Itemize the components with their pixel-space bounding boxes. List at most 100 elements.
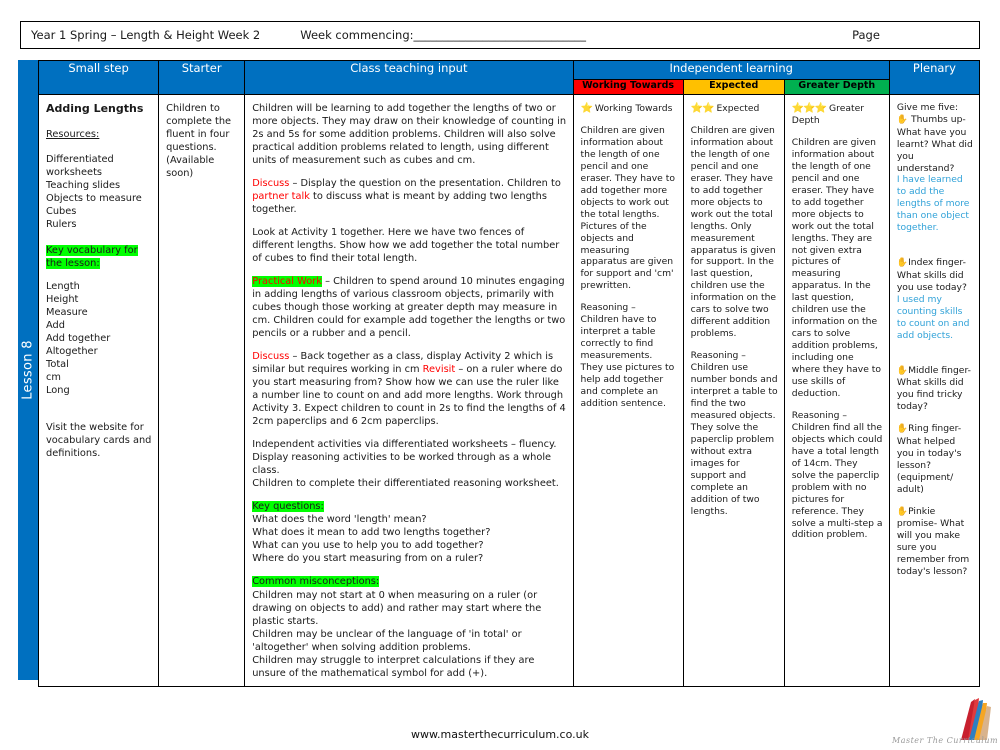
discuss-text-a: – Display the question on the presentati… xyxy=(289,178,561,190)
page-label: Page xyxy=(852,28,880,42)
hand-icon: ✋ xyxy=(896,424,909,435)
teaching-independent: Independent activities via differentiate… xyxy=(252,438,566,490)
working-towards-label: Working Towards xyxy=(594,103,673,114)
vocabulary-list: Length Height Measure Add Add together A… xyxy=(46,280,152,397)
teaching-practical: Practical Work – Children to spend aroun… xyxy=(252,275,566,340)
greater-depth-heading: ⭐⭐⭐ Greater Depth xyxy=(792,102,883,127)
list-item: Height xyxy=(46,293,79,305)
lesson-plan-page: Year 1 Spring – Length & Height Week 2 W… xyxy=(0,0,1000,750)
plenary-answer: I have learned to add the lengths of mor… xyxy=(896,174,970,234)
lesson-number-tab: Lesson 8 xyxy=(18,60,38,680)
plenary-answer: I used my counting skills to count on an… xyxy=(896,293,970,341)
table-header-row-1: Small step Starter Class teaching input … xyxy=(37,60,981,95)
col-header-expected: Expected xyxy=(682,79,785,95)
working-towards-body: Children are given information about the… xyxy=(580,125,675,292)
cell-working-towards: ⭐ Working Towards Children are given inf… xyxy=(572,94,684,687)
list-item: Total xyxy=(46,358,69,370)
cell-expected: ⭐⭐ Expected Children are given informati… xyxy=(682,94,785,687)
key-vocabulary-label: Key vocabulary for the lesson: xyxy=(46,244,138,269)
misconception: Children may be unclear of the language … xyxy=(252,628,522,653)
list-item: Add together xyxy=(46,332,111,344)
teaching-intro: Children will be learning to add togethe… xyxy=(252,103,567,167)
star-icon: ⭐⭐ xyxy=(690,103,715,114)
teaching-activity-1: Look at Activity 1 together. Here we hav… xyxy=(252,227,560,265)
logo-wordmark: Master The Curriculum xyxy=(892,736,999,745)
practical-work-label: Practical Work xyxy=(252,276,322,288)
teaching-misconceptions: Common misconceptions: Children may not … xyxy=(252,575,566,679)
plenary-item: ✋Ring finger- What helped you in today's… xyxy=(897,423,973,495)
hand-icon: ✋ xyxy=(896,114,909,125)
plenary-intro: Give me five: xyxy=(896,102,959,113)
cell-plenary: Give me five: ✋ Thumbs up- What have you… xyxy=(888,94,981,687)
col-header-starter: Starter xyxy=(158,60,246,95)
teaching-discuss-2: Discuss – Back together as a class, disp… xyxy=(252,350,566,428)
resources-list: Differentiated worksheets Teaching slide… xyxy=(46,153,152,231)
misconceptions-label: Common misconceptions: xyxy=(252,576,380,588)
star-icon: ⭐⭐⭐ xyxy=(791,103,827,114)
teaching-key-questions: Key questions: What does the word 'lengt… xyxy=(252,500,566,565)
independent-line: Children to complete their differentiate… xyxy=(252,478,559,490)
list-item: Add xyxy=(46,319,65,331)
independent-line: Display reasoning activities to be worke… xyxy=(252,452,552,477)
resources-label: Resources: xyxy=(46,128,100,140)
discuss-label-2: Discuss xyxy=(252,351,290,363)
key-question: What does the word 'length' mean? xyxy=(252,514,427,526)
misconception: Children may not start at 0 when measuri… xyxy=(252,589,542,627)
col-header-plenary: Plenary xyxy=(888,60,981,95)
expected-body: Children are given information about the… xyxy=(690,125,777,340)
hand-icon: ✋ xyxy=(896,506,909,517)
starter-text: Children to complete the fluent in four … xyxy=(166,103,232,180)
document-header: Year 1 Spring – Length & Height Week 2 W… xyxy=(20,21,980,49)
hand-icon: ✋ xyxy=(896,258,909,269)
working-towards-reasoning: Reasoning – Children have to interpret a… xyxy=(580,302,675,409)
list-item: Length xyxy=(46,280,80,292)
expected-heading: ⭐⭐ Expected xyxy=(691,102,778,115)
list-item: Objects to measure xyxy=(46,192,142,204)
list-item: Altogether xyxy=(46,345,98,357)
plenary-item: ✋Middle finger- What skills did you find… xyxy=(897,365,973,414)
lesson-number-label: Lesson 8 xyxy=(20,340,36,400)
working-towards-heading: ⭐ Working Towards xyxy=(581,102,677,115)
col-header-class-teaching-input: Class teaching input xyxy=(244,60,574,95)
cell-greater-depth: ⭐⭐⭐ Greater Depth Children are given inf… xyxy=(783,94,890,687)
list-item: Differentiated worksheets xyxy=(46,153,114,178)
key-question: Where do you start measuring from on a r… xyxy=(252,553,484,565)
greater-depth-body: Children are given information about the… xyxy=(791,136,882,399)
expected-label: Expected xyxy=(716,103,760,114)
plan-grid: Lesson 8 Small step Starter Class teachi… xyxy=(18,60,981,687)
misconception: Children may struggle to interpret calcu… xyxy=(252,654,535,679)
week-commencing-blank[interactable]: ______________________________ xyxy=(414,28,587,42)
star-icon: ⭐ xyxy=(580,103,593,114)
plenary-prompt: Pinkie promise- What will you make sure … xyxy=(896,505,970,578)
cell-starter: Children to complete the fluent in four … xyxy=(158,94,246,687)
greater-depth-reasoning: Reasoning – Children find all the object… xyxy=(791,409,883,541)
expected-reasoning: Reasoning – Children use number bonds an… xyxy=(690,350,778,517)
list-item: cm xyxy=(46,371,61,383)
lesson-plan-table: Small step Starter Class teaching input … xyxy=(37,60,981,687)
footer-url[interactable]: www.masterthecurriculum.co.uk xyxy=(0,728,1000,741)
col-header-working-towards: Working Towards xyxy=(572,79,684,95)
plenary-prompt: Middle finger- What skills did you find … xyxy=(896,364,971,413)
list-item: Teaching slides xyxy=(46,179,121,191)
list-item: Cubes xyxy=(46,205,77,217)
plenary-item: ✋Pinkie promise- What will you make sure… xyxy=(897,506,973,578)
independent-line: Independent activities via differentiate… xyxy=(252,439,557,451)
discuss-label: Discuss xyxy=(252,178,290,190)
key-question: What can you use to help you to add toge… xyxy=(252,540,484,552)
website-note: Visit the website for vocabulary cards a… xyxy=(46,421,152,459)
col-header-small-step: Small step xyxy=(37,60,160,95)
key-questions-label: Key questions: xyxy=(252,501,324,513)
list-item: Long xyxy=(46,384,70,396)
hand-icon: ✋ xyxy=(896,365,909,376)
partner-talk-label: partner talk xyxy=(252,191,310,203)
list-item: Measure xyxy=(46,306,88,318)
header-title: Year 1 Spring – Length & Height Week 2 xyxy=(31,28,261,42)
week-commencing-text: Week commencing: xyxy=(300,28,414,42)
table-content-row: Adding Lengths Resources: Differentiated… xyxy=(37,94,981,687)
week-commencing-label: Week commencing:________________________… xyxy=(260,28,586,42)
cell-class-teaching-input: Children will be learning to add togethe… xyxy=(244,94,574,687)
plenary-prompt: Thumbs up- What have you learnt? What di… xyxy=(896,113,973,174)
revisit-label: Revisit xyxy=(422,364,456,376)
cell-small-step: Adding Lengths Resources: Differentiated… xyxy=(37,94,160,687)
small-step-title: Adding Lengths xyxy=(46,102,144,115)
